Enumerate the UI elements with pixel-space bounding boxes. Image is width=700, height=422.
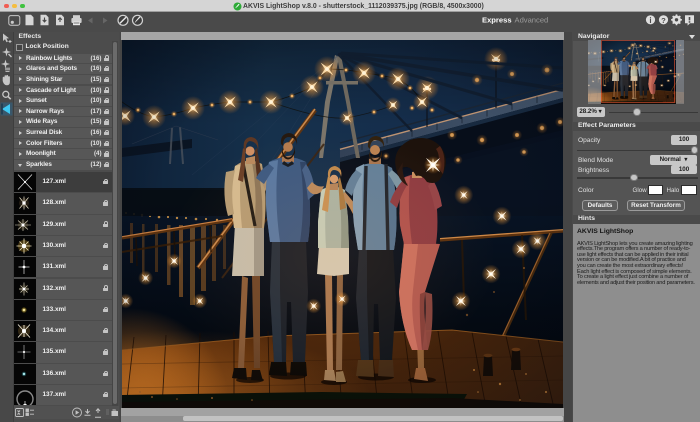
svg-text:Advanced: Advanced — [515, 15, 549, 24]
svg-text:?: ? — [661, 16, 666, 25]
svg-text:Express: Express — [482, 15, 512, 24]
svg-text:i: i — [649, 16, 651, 25]
